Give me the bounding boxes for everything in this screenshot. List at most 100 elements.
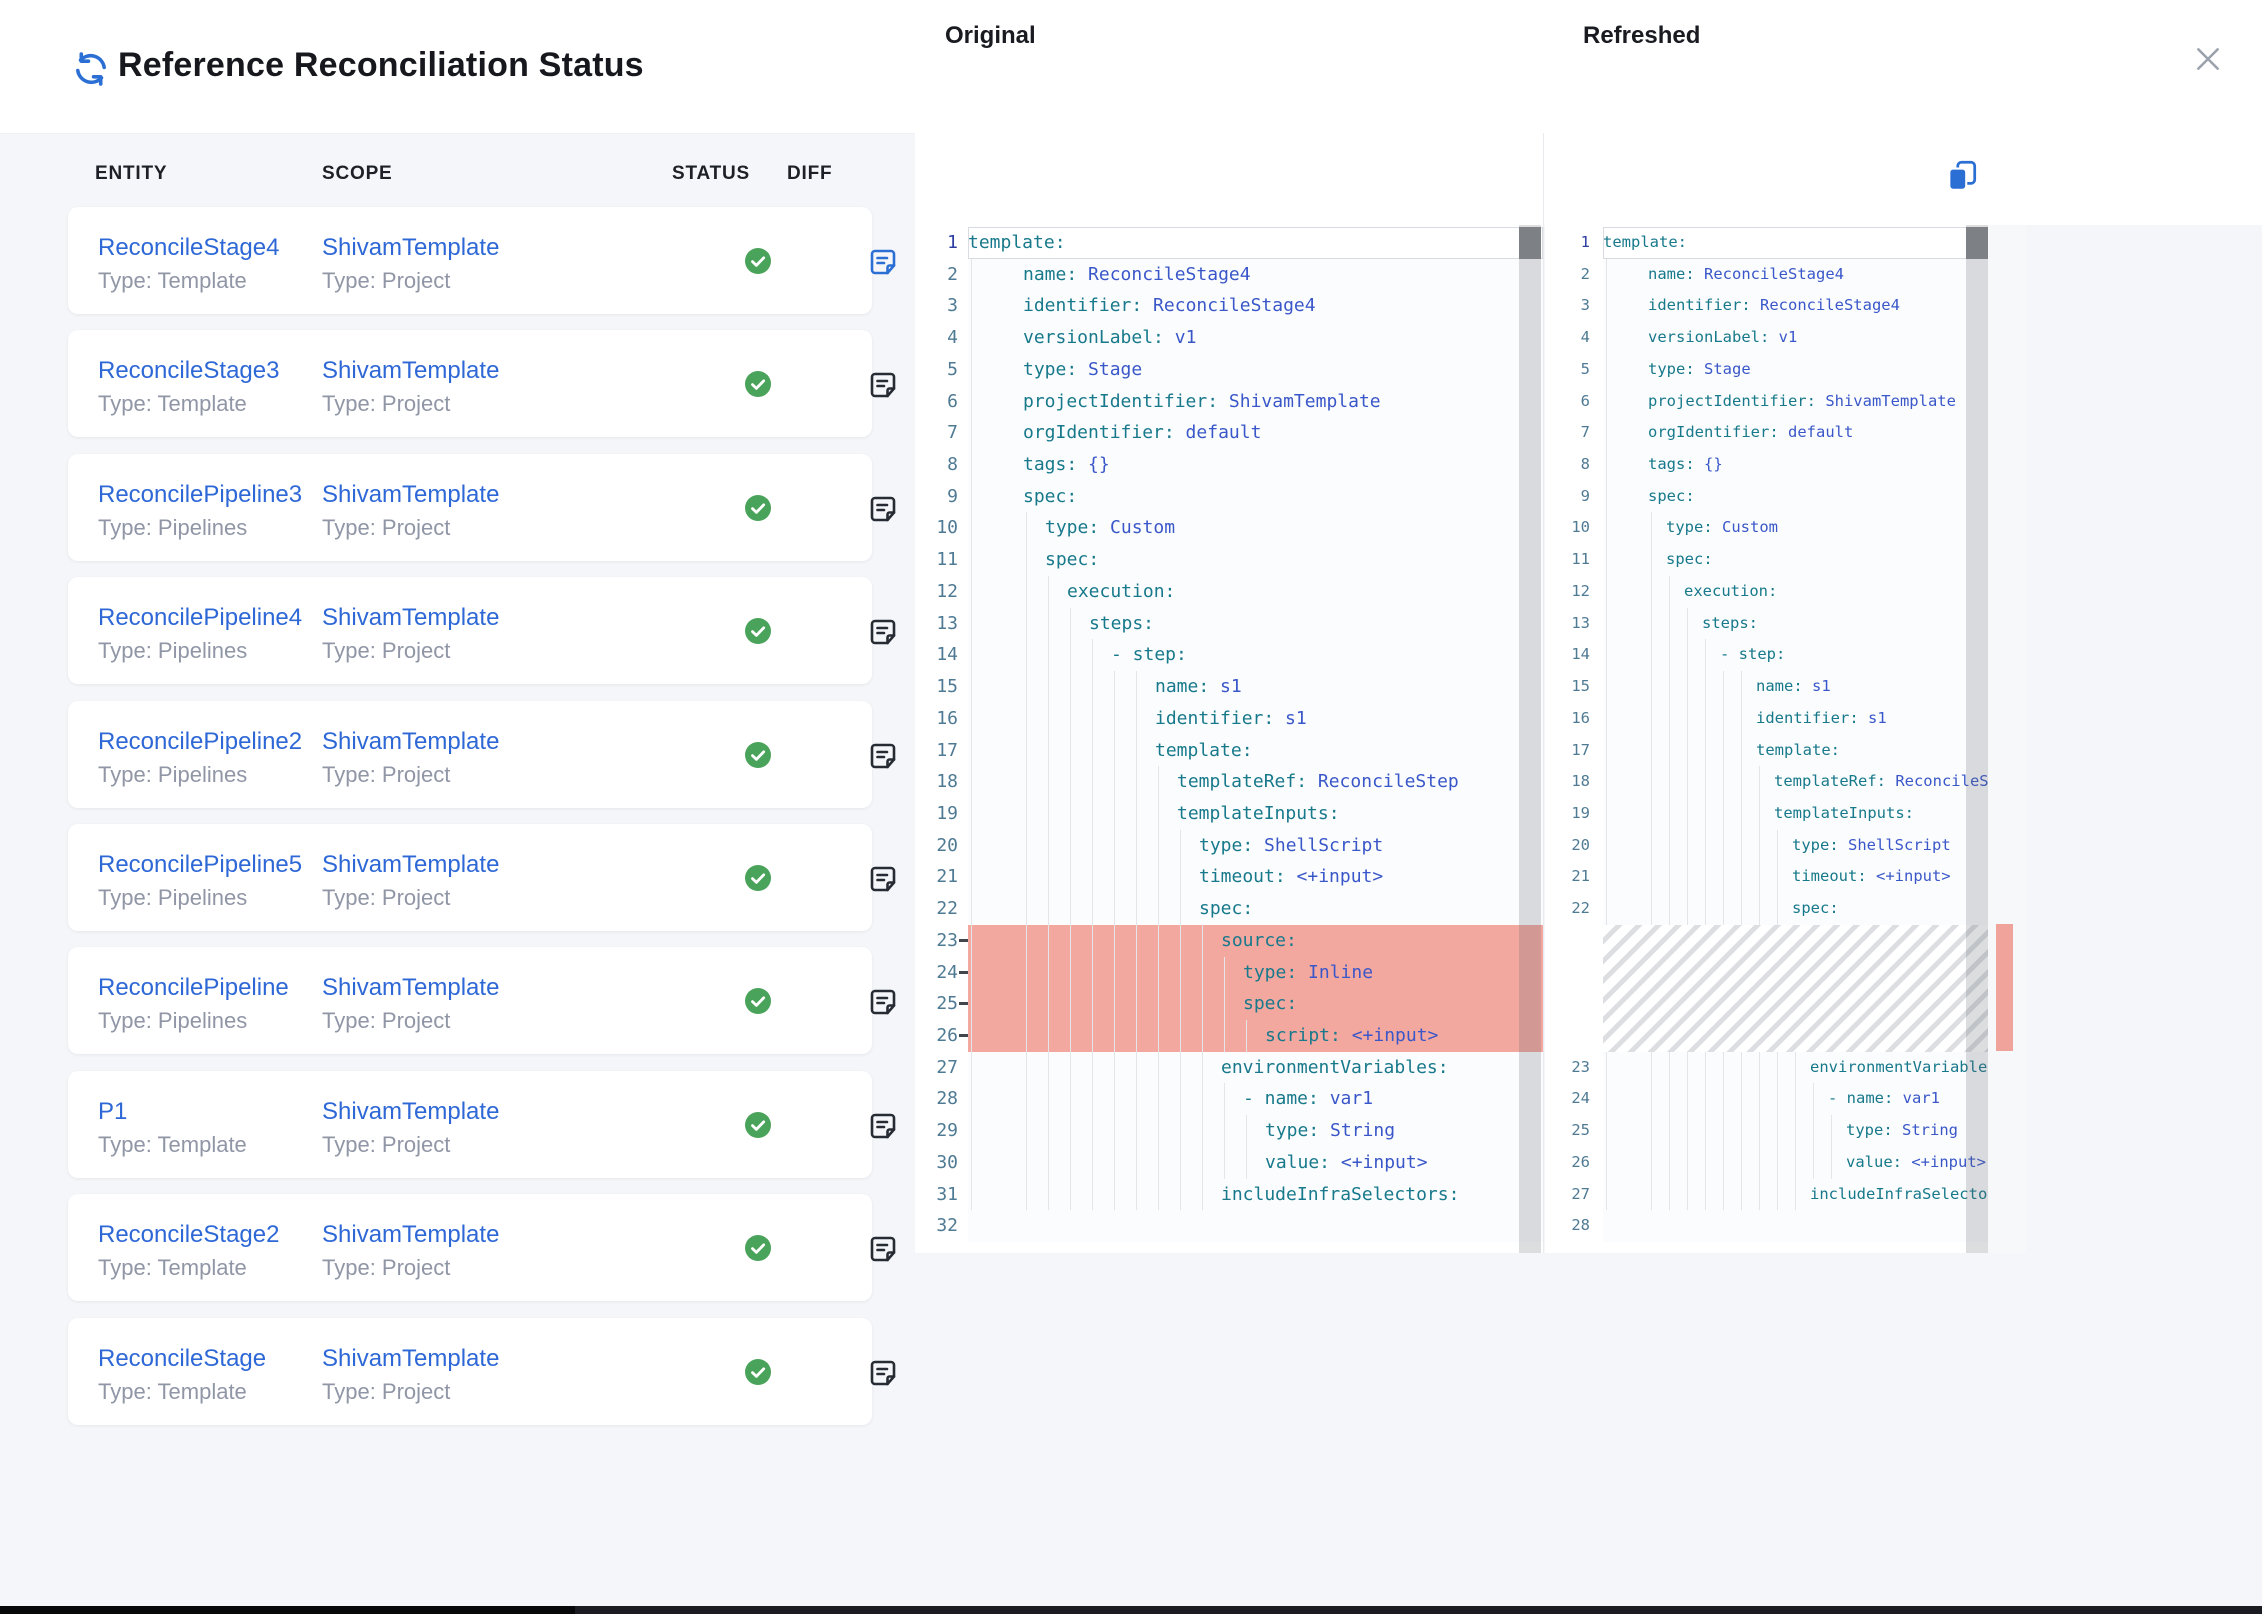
collapsed-deleted-region bbox=[1545, 925, 1988, 1052]
code-line: 10type: Custom bbox=[1545, 512, 1988, 544]
refreshed-editor[interactable]: 1template:2name: ReconcileStage43identif… bbox=[1545, 225, 2026, 1253]
diff-icon[interactable] bbox=[868, 247, 898, 277]
table-row[interactable]: ReconcileStage2 Type: Template ShivamTem… bbox=[68, 1194, 872, 1301]
scope-link[interactable]: ShivamTemplate bbox=[322, 1344, 499, 1374]
code-line: 9spec: bbox=[915, 481, 1543, 513]
entity-type: Type: Template bbox=[98, 1378, 266, 1406]
column-header-entity: ENTITY bbox=[95, 163, 167, 185]
table-row[interactable]: ReconcileStage4 Type: Template ShivamTem… bbox=[68, 207, 872, 314]
code-line: 12execution: bbox=[1545, 576, 1988, 608]
code-line: 16identifier: s1 bbox=[915, 703, 1543, 735]
code-line: 5type: Stage bbox=[1545, 354, 1988, 386]
code-line: 17template: bbox=[915, 735, 1543, 767]
entity-link[interactable]: ReconcilePipeline bbox=[98, 973, 289, 1003]
diff-icon[interactable] bbox=[868, 1358, 898, 1388]
diff-icon[interactable] bbox=[868, 987, 898, 1017]
entity-type: Type: Pipelines bbox=[98, 884, 302, 912]
table-row[interactable]: ReconcilePipeline5 Type: Pipelines Shiva… bbox=[68, 824, 872, 931]
code-line: 28- name: var1 bbox=[915, 1083, 1543, 1115]
scope-link[interactable]: ShivamTemplate bbox=[322, 603, 499, 633]
entity-link[interactable]: ReconcileStage bbox=[98, 1344, 266, 1374]
code-line: 4versionLabel: v1 bbox=[915, 322, 1543, 354]
entity-type: Type: Template bbox=[98, 390, 279, 418]
entity-type: Type: Pipelines bbox=[98, 514, 302, 542]
entity-link[interactable]: ReconcileStage3 bbox=[98, 356, 279, 386]
scope-type: Type: Project bbox=[322, 267, 499, 295]
scope-link[interactable]: ShivamTemplate bbox=[322, 850, 499, 880]
code-line: 16identifier: s1 bbox=[1545, 703, 1988, 735]
entity-link[interactable]: ReconcilePipeline4 bbox=[98, 603, 302, 633]
entity-link[interactable]: P1 bbox=[98, 1097, 247, 1127]
refreshed-code-lines: 1template:2name: ReconcileStage43identif… bbox=[1545, 225, 1988, 1242]
code-line: 22spec: bbox=[1545, 893, 1988, 925]
table-row[interactable]: ReconcilePipeline4 Type: Pipelines Shiva… bbox=[68, 577, 872, 684]
diff-icon[interactable] bbox=[868, 1234, 898, 1264]
status-success-icon bbox=[745, 742, 771, 768]
code-line: 18templateRef: ReconcileStep bbox=[1545, 766, 1988, 798]
status-success-icon bbox=[745, 1112, 771, 1138]
code-line: 24- name: var1 bbox=[1545, 1083, 1988, 1115]
code-line: 1template: bbox=[915, 227, 1543, 259]
table-row[interactable]: ReconcileStage Type: Template ShivamTemp… bbox=[68, 1318, 872, 1425]
scope-link[interactable]: ShivamTemplate bbox=[322, 973, 499, 1003]
refreshed-panel-title: Refreshed bbox=[1583, 22, 1700, 50]
code-line: 8tags: {} bbox=[915, 449, 1543, 481]
code-line: 20type: ShellScript bbox=[915, 830, 1543, 862]
code-line: 2name: ReconcileStage4 bbox=[915, 259, 1543, 291]
code-line: 19templateInputs: bbox=[1545, 798, 1988, 830]
dialog-header: Reference Reconciliation Status bbox=[0, 0, 2262, 134]
table-row[interactable]: ReconcileStage3 Type: Template ShivamTem… bbox=[68, 330, 872, 437]
code-line: 11spec: bbox=[1545, 544, 1988, 576]
entity-link[interactable]: ReconcileStage2 bbox=[98, 1220, 279, 1250]
code-line: 3identifier: ReconcileStage4 bbox=[1545, 290, 1988, 322]
code-line: 27environmentVariables: bbox=[915, 1052, 1543, 1084]
code-line: 7orgIdentifier: default bbox=[915, 417, 1543, 449]
code-line: 2name: ReconcileStage4 bbox=[1545, 259, 1988, 291]
original-editor[interactable]: 1template:2name: ReconcileStage43identif… bbox=[915, 225, 1543, 1253]
code-line: 15name: s1 bbox=[1545, 671, 1988, 703]
entity-link[interactable]: ReconcileStage4 bbox=[98, 233, 279, 263]
entity-link[interactable]: ReconcilePipeline5 bbox=[98, 850, 302, 880]
table-row[interactable]: ReconcilePipeline Type: Pipelines Shivam… bbox=[68, 947, 872, 1054]
entity-type: Type: Template bbox=[98, 1131, 247, 1159]
original-scrollbar[interactable] bbox=[1519, 225, 1541, 1253]
original-panel-title: Original bbox=[945, 22, 1036, 50]
code-line: 14- step: bbox=[915, 639, 1543, 671]
scope-link[interactable]: ShivamTemplate bbox=[322, 480, 499, 510]
code-line: 6projectIdentifier: ShivamTemplate bbox=[1545, 386, 1988, 418]
scope-type: Type: Project bbox=[322, 390, 499, 418]
panel-divider bbox=[1543, 133, 1544, 1253]
scope-link[interactable]: ShivamTemplate bbox=[322, 356, 499, 386]
scope-type: Type: Project bbox=[322, 761, 499, 789]
scope-link[interactable]: ShivamTemplate bbox=[322, 727, 499, 757]
code-line: 24type: Inline bbox=[915, 957, 1543, 989]
diff-icon[interactable] bbox=[868, 370, 898, 400]
column-header-diff: DIFF bbox=[787, 163, 832, 185]
scope-type: Type: Project bbox=[322, 637, 499, 665]
diff-icon[interactable] bbox=[868, 864, 898, 894]
code-line: 28 bbox=[1545, 1210, 1988, 1242]
entity-link[interactable]: ReconcilePipeline3 bbox=[98, 480, 302, 510]
table-row[interactable]: ReconcilePipeline3 Type: Pipelines Shiva… bbox=[68, 454, 872, 561]
status-success-icon bbox=[745, 1359, 771, 1385]
scope-link[interactable]: ShivamTemplate bbox=[322, 1097, 499, 1127]
scope-link[interactable]: ShivamTemplate bbox=[322, 233, 499, 263]
code-line: 32 bbox=[915, 1210, 1543, 1242]
diff-icon[interactable] bbox=[868, 617, 898, 647]
diff-header-strip bbox=[915, 133, 2262, 225]
close-icon[interactable] bbox=[2190, 42, 2226, 78]
code-line: 11spec: bbox=[915, 544, 1543, 576]
table-row[interactable]: ReconcilePipeline2 Type: Pipelines Shiva… bbox=[68, 701, 872, 808]
code-line: 14- step: bbox=[1545, 639, 1988, 671]
refreshed-scrollbar[interactable] bbox=[1966, 225, 1988, 1253]
entity-link[interactable]: ReconcilePipeline2 bbox=[98, 727, 302, 757]
diff-icon[interactable] bbox=[868, 741, 898, 771]
scope-type: Type: Project bbox=[322, 1254, 499, 1282]
diff-icon[interactable] bbox=[868, 1111, 898, 1141]
diff-icon[interactable] bbox=[868, 494, 898, 524]
copy-icon[interactable] bbox=[1944, 158, 1980, 194]
scope-link[interactable]: ShivamTemplate bbox=[322, 1220, 499, 1250]
diff-overview-ruler bbox=[1988, 225, 2026, 1253]
table-row[interactable]: P1 Type: Template ShivamTemplate Type: P… bbox=[68, 1071, 872, 1178]
status-success-icon bbox=[745, 371, 771, 397]
